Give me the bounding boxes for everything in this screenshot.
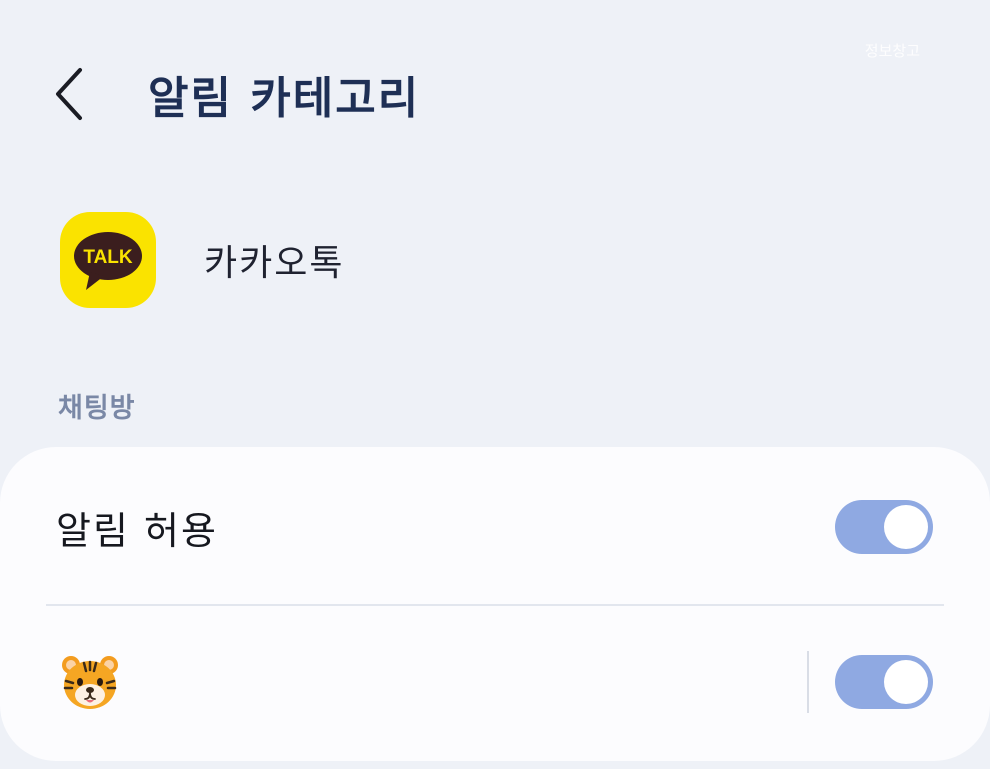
watermark-text: 정보창고 — [864, 42, 920, 60]
row-separator — [807, 651, 809, 713]
allow-notifications-row[interactable]: 알림 허용 — [0, 487, 990, 567]
toggle-knob — [884, 660, 928, 704]
section-label: 채팅방 — [58, 393, 136, 424]
tiger-channel-toggle[interactable] — [835, 655, 933, 709]
header: 알림 카테고리 — [52, 58, 420, 130]
tiger-channel-row[interactable] — [0, 643, 990, 723]
allow-notifications-label: 알림 허용 — [56, 508, 218, 553]
allow-notifications-toggle[interactable] — [835, 500, 933, 554]
kakaotalk-logo-text: TALK — [83, 247, 133, 268]
kakaotalk-logo-icon: TALK — [74, 232, 142, 290]
page-title: 알림 카테고리 — [148, 73, 421, 124]
app-name: 카카오톡 — [204, 243, 345, 284]
settings-card: 알림 허용 — [0, 447, 990, 761]
chevron-left-icon — [56, 68, 82, 120]
app-info: TALK 카카오톡 — [60, 212, 344, 308]
toggle-knob — [884, 505, 928, 549]
tiger-face-icon — [62, 656, 118, 709]
divider — [46, 604, 944, 606]
back-button[interactable] — [52, 58, 112, 130]
kakaotalk-app-icon: TALK — [60, 212, 156, 308]
